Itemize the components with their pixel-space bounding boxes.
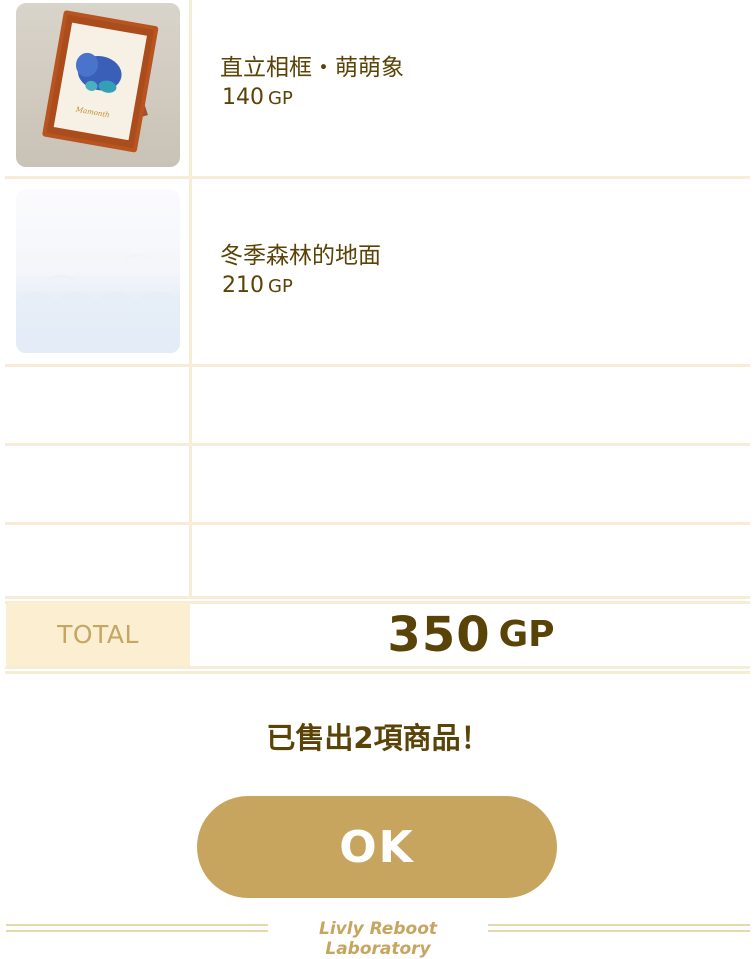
row-divider: [5, 666, 750, 669]
ok-button[interactable]: OK: [197, 796, 557, 898]
table-divider: [189, 0, 192, 598]
row-divider: [5, 176, 750, 179]
footer-logo-text: Livly Reboot Laboratory: [319, 919, 437, 959]
row-divider: [5, 596, 750, 599]
footer-rule: [488, 930, 750, 932]
footer-rule: [488, 924, 750, 926]
total-value: 350 GP: [192, 603, 750, 666]
total-label: TOTAL: [57, 620, 139, 649]
row-divider: [5, 671, 750, 674]
footer-rule: [6, 924, 268, 926]
price-value: 210: [222, 273, 264, 298]
row-divider: [5, 522, 750, 525]
sold-message: 已售出2項商品！: [266, 721, 490, 755]
footer-rule: [6, 930, 268, 932]
winter-forest-floor-icon: [16, 189, 180, 353]
total-unit: GP: [498, 614, 555, 655]
price-value: 140: [222, 85, 264, 110]
item-name: 直立相框・萌萌象: [220, 55, 404, 81]
item-name: 冬季森林的地面: [220, 243, 381, 269]
price-unit: GP: [268, 88, 293, 109]
item-price: 140 GP: [222, 85, 293, 110]
elephant-photo-frame-icon: Mamonth: [16, 3, 180, 167]
total-amount: 350: [387, 606, 491, 663]
price-unit: GP: [268, 276, 293, 297]
row-divider: [5, 364, 750, 367]
item-price: 210 GP: [222, 273, 293, 298]
row-divider: [5, 443, 750, 446]
